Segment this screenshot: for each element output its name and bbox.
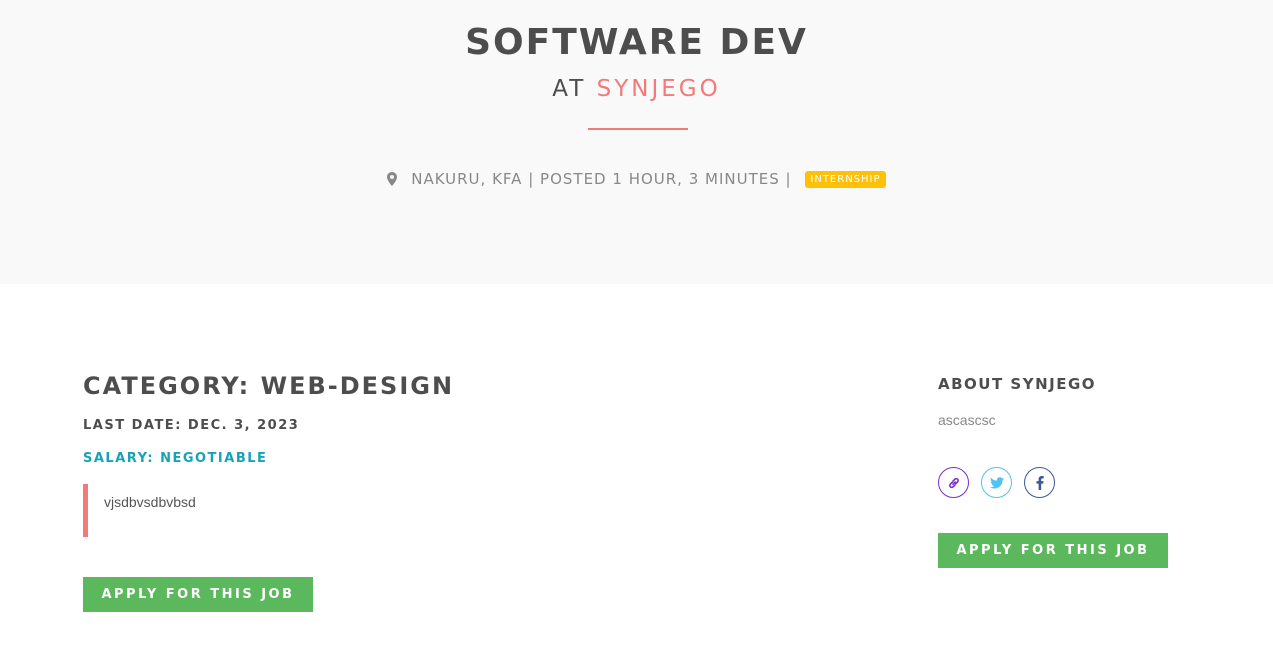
job-title: SOFTWARE DEV bbox=[465, 22, 808, 63]
apply-job-button[interactable]: APPLY FOR THIS JOB bbox=[83, 577, 313, 612]
map-marker-icon bbox=[387, 172, 398, 190]
job-meta: NAKURU, KFA | POSTED 1 HOUR, 3 MINUTES |… bbox=[0, 170, 1273, 190]
meta-separator: | bbox=[785, 170, 792, 188]
at-label: AT bbox=[552, 76, 587, 102]
link-icon[interactable] bbox=[938, 467, 969, 498]
meta-separator: | bbox=[528, 170, 535, 188]
title-divider bbox=[588, 128, 688, 130]
sidebar-apply-job-button[interactable]: APPLY FOR THIS JOB bbox=[938, 533, 1168, 568]
posted-time: POSTED 1 HOUR, 3 MINUTES bbox=[540, 170, 780, 188]
company-name-link[interactable]: SYNJEGO bbox=[597, 76, 721, 102]
salary: SALARY: NEGOTIABLE bbox=[83, 451, 268, 466]
about-company-text: ascascsc bbox=[938, 412, 996, 428]
job-description: vjsdbvsdbvbsd bbox=[83, 484, 483, 537]
job-header: SOFTWARE DEV AT SYNJEGO NAKURU, KFA | PO… bbox=[0, 0, 1273, 284]
job-location: NAKURU, KFA bbox=[411, 170, 523, 188]
last-date: LAST DATE: DEC. 3, 2023 bbox=[83, 418, 300, 433]
job-category: CATEGORY: WEB-DESIGN bbox=[83, 372, 455, 400]
job-type-badge: INTERNSHIP bbox=[805, 171, 886, 188]
company-line: AT SYNJEGO bbox=[0, 76, 1273, 102]
twitter-icon[interactable] bbox=[981, 467, 1012, 498]
about-company-title: ABOUT SYNJEGO bbox=[938, 375, 1097, 393]
facebook-icon[interactable] bbox=[1024, 467, 1055, 498]
